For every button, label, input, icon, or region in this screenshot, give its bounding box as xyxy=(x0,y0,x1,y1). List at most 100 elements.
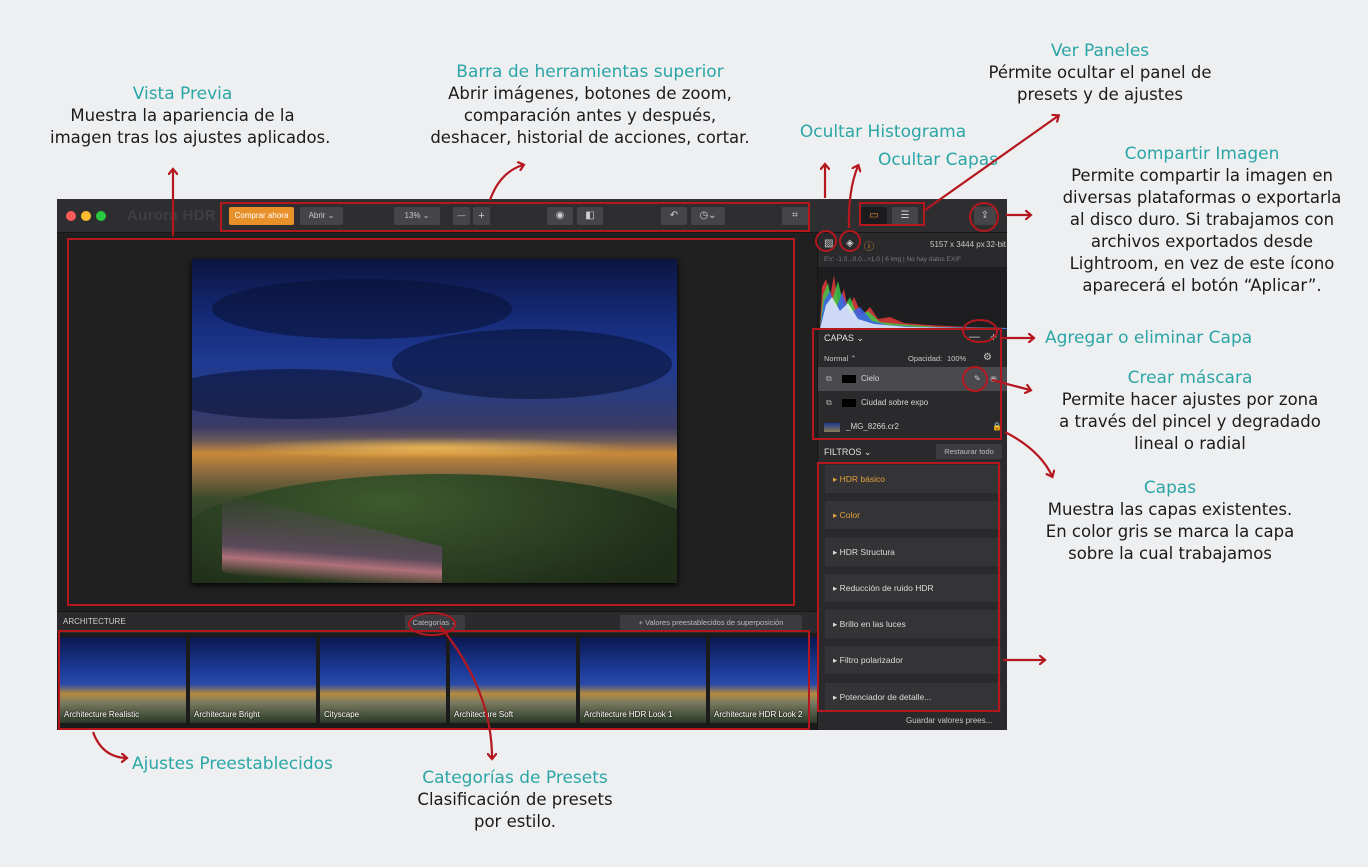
preset-label: Architecture Soft xyxy=(454,710,514,719)
undo-button[interactable]: ↶ xyxy=(661,207,687,225)
annotation-text: Muestra la apariencia de la xyxy=(70,106,295,125)
annotation-text: sobre la cual trabajamos xyxy=(1068,544,1272,563)
opacity-value[interactable]: 100% xyxy=(947,354,966,363)
layers-header[interactable]: CAPAS ⌄ xyxy=(824,333,864,344)
crop-icon: ⌗ xyxy=(792,210,798,221)
layers-toggle-icon[interactable]: ◈ xyxy=(846,238,854,249)
annotation-text: Permite hacer ajustes por zona xyxy=(1061,390,1319,409)
image-preview[interactable] xyxy=(57,233,817,611)
annotation-capas: Capas Muestra las capas existentes. En c… xyxy=(1020,477,1320,565)
remove-layer-button[interactable]: — xyxy=(969,331,980,343)
preset-thumbnails: Architecture Realistic Architecture Brig… xyxy=(57,633,817,730)
share-icon: ⇪ xyxy=(980,210,990,221)
filter-item[interactable]: ▸ Reducción de ruido HDR xyxy=(825,574,1001,602)
presets-bar: ARCHITECTURE Categorías ⌄ + Valores pree… xyxy=(57,611,817,633)
annotation-title: Ocultar Histograma xyxy=(799,122,967,142)
filter-label: Potenciador de detalle... xyxy=(839,692,932,702)
layer-adjust-icon: ⧉ xyxy=(826,374,832,383)
filter-item[interactable]: ▸ HDR Structura xyxy=(825,538,1001,566)
add-layer-button[interactable]: + xyxy=(990,330,997,344)
info-icon[interactable]: ⓘ xyxy=(864,238,874,253)
show-presets-panel-button[interactable]: ▭ xyxy=(861,207,887,225)
crop-button[interactable]: ⌗ xyxy=(782,207,808,225)
preset-thumbnail[interactable]: Architecture Realistic xyxy=(60,637,186,723)
preset-thumbnail[interactable]: Architecture HDR Look 2 xyxy=(710,637,817,723)
preset-thumbnail[interactable]: Architecture Soft xyxy=(450,637,576,723)
share-button[interactable]: ⇪ xyxy=(974,207,996,225)
annotation-ocultar-capas: Ocultar Capas xyxy=(868,149,1008,171)
buy-now-button[interactable]: Comprar ahora xyxy=(229,207,294,225)
annotation-title: Crear máscara xyxy=(1127,368,1253,388)
preset-label: Cityscape xyxy=(324,710,360,719)
annotation-title: Categorías de Presets xyxy=(422,768,608,788)
zoom-in-button[interactable]: + xyxy=(473,207,490,225)
annotation-text: En color gris se marca la capa xyxy=(1045,522,1295,541)
filters-header[interactable]: FILTROS ⌄ xyxy=(824,447,871,458)
open-button[interactable]: Abrir ⌄ xyxy=(300,207,343,225)
annotation-title: Agregar o eliminar Capa xyxy=(1045,328,1253,348)
filter-item[interactable]: ▸ Color xyxy=(825,501,1001,529)
filter-item[interactable]: ▸ Potenciador de detalle... xyxy=(825,683,1001,711)
annotation-text: archivos exportados desde xyxy=(1090,232,1314,251)
histogram-toggle-icon[interactable]: ▨ xyxy=(824,238,833,249)
clock-icon: ◷⌄ xyxy=(699,210,717,221)
histogram xyxy=(818,267,1007,329)
annotation-text: imagen tras los ajustes aplicados. xyxy=(50,128,331,147)
sliders-icon: ☰ xyxy=(900,210,910,221)
layer-row[interactable]: _MG_8266.cr2 🔒 xyxy=(818,415,1007,439)
annotation-barra: Barra de herramientas superior Abrir imá… xyxy=(410,61,770,149)
history-button[interactable]: ◷⌄ xyxy=(691,207,725,225)
layer-image-thumbnail xyxy=(824,423,840,432)
filter-item[interactable]: ▸ Filtro polarizador xyxy=(825,646,1001,674)
annotation-text: Lightroom, en vez de este ícono xyxy=(1069,254,1335,273)
overlay-presets-button[interactable]: + Valores preestablecidos de superposici… xyxy=(620,615,802,630)
annotation-text: a través del pincel y degradado xyxy=(1059,412,1321,431)
zoom-window-button[interactable] xyxy=(96,211,106,221)
preset-category-label: ARCHITECTURE xyxy=(63,617,126,626)
annotation-text: presets y de ajustes xyxy=(1017,85,1183,104)
preset-label: Architecture HDR Look 1 xyxy=(584,710,673,719)
layer-mask-thumbnail xyxy=(842,375,856,383)
layer-row[interactable]: ⧉ Ciudad sobre expo xyxy=(818,391,1007,415)
annotation-text: al disco duro. Si trabajamos con xyxy=(1069,210,1335,229)
annotation-title: Compartir Imagen xyxy=(1124,144,1280,164)
layer-row[interactable]: ⧉ Cielo ✎ ◉ xyxy=(818,367,1007,391)
filter-label: HDR Structura xyxy=(839,547,895,557)
preset-thumbnail[interactable]: Architecture Bright xyxy=(190,637,316,723)
filter-item[interactable]: ▸ HDR básico xyxy=(825,465,1001,493)
save-presets-button[interactable]: Guardar valores prees... xyxy=(906,716,992,725)
preset-label: Architecture Bright xyxy=(194,710,260,719)
reset-all-button[interactable]: Restaurar todo xyxy=(936,444,1002,459)
annotation-title: Ocultar Capas xyxy=(877,150,999,170)
annotation-text: Clasificación de presets xyxy=(417,790,613,809)
filter-label: Filtro polarizador xyxy=(839,655,903,665)
title-bar: Aurora HDR Comprar ahora Abrir ⌄ 13% ⌄ —… xyxy=(57,199,1007,233)
categories-button[interactable]: Categorías ⌄ xyxy=(405,615,465,630)
split-compare-icon: ◧ xyxy=(585,210,595,221)
close-window-button[interactable] xyxy=(66,211,76,221)
lock-icon: 🔒 xyxy=(992,422,1002,431)
annotation-agregar-capa: Agregar o eliminar Capa xyxy=(1045,327,1273,349)
blend-mode-select[interactable]: Normal ⌃ xyxy=(824,354,857,363)
filter-label: HDR básico xyxy=(839,474,885,484)
annotation-text: Abrir imágenes, botones de zoom, xyxy=(448,84,732,103)
visibility-eye-icon[interactable]: ◉ xyxy=(990,367,997,391)
filter-label: Reducción de ruido HDR xyxy=(839,583,934,593)
preview-eye-button[interactable]: ◉ xyxy=(547,207,573,225)
zoom-select[interactable]: 13% ⌄ xyxy=(394,207,440,225)
annotation-text: comparación antes y después, xyxy=(463,106,717,125)
preset-thumbnail[interactable]: Architecture HDR Look 1 xyxy=(580,637,706,723)
annotation-text: Pérmite ocultar el panel de xyxy=(988,63,1212,82)
brush-icon[interactable]: ✎ xyxy=(974,367,981,391)
show-adjustments-panel-button[interactable]: ☰ xyxy=(892,207,918,225)
layer-name: Ciudad sobre expo xyxy=(861,398,929,407)
gear-icon[interactable]: ⚙ xyxy=(983,352,992,363)
image-dimensions: 5157 x 3444 px xyxy=(930,240,985,249)
preset-thumbnail[interactable]: Cityscape xyxy=(320,637,446,723)
annotation-text: Muestra las capas existentes. xyxy=(1047,500,1293,519)
layer-name: _MG_8266.cr2 xyxy=(846,422,899,431)
compare-button[interactable]: ◧ xyxy=(577,207,603,225)
filter-item[interactable]: ▸ Brillo en las luces xyxy=(825,610,1001,638)
zoom-out-button[interactable]: — xyxy=(453,207,470,225)
minimize-window-button[interactable] xyxy=(81,211,91,221)
